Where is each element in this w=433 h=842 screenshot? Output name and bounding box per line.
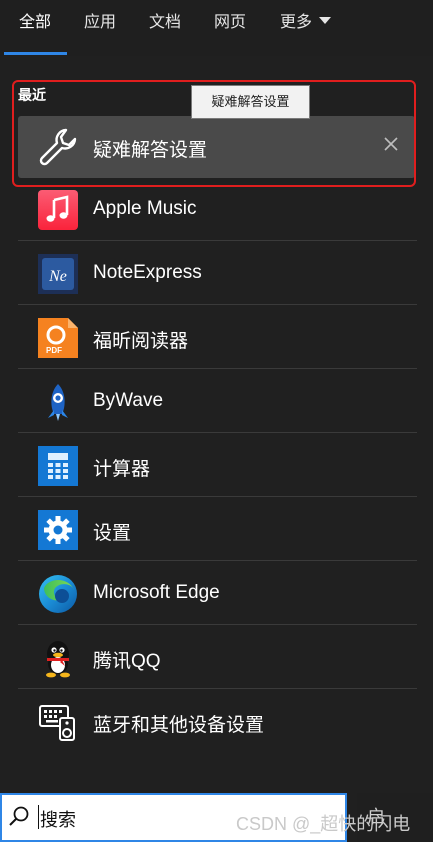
- app-label: 计算器: [93, 459, 151, 480]
- apple-music-icon: [38, 190, 78, 230]
- app-label: ByWave: [93, 390, 164, 411]
- tooltip: 疑难解答设置: [191, 85, 310, 119]
- list-item-tencent-qq[interactable]: 腾讯QQ: [18, 627, 417, 689]
- app-label: 设置: [93, 523, 132, 544]
- calculator-icon: [38, 446, 78, 486]
- app-label: 蓝牙和其他设备设置: [93, 715, 265, 736]
- list-item-foxit-reader[interactable]: PDF 福昕阅读器: [18, 307, 417, 369]
- list-item-microsoft-edge[interactable]: Microsoft Edge: [18, 563, 417, 625]
- foxit-reader-icon: PDF: [38, 318, 78, 358]
- app-label: Microsoft Edge: [93, 582, 220, 603]
- bywave-icon: [48, 384, 68, 421]
- search-input-value: 搜索: [40, 810, 76, 830]
- list-item-bluetooth-devices-settings[interactable]: 蓝牙和其他设备设置: [18, 691, 417, 753]
- chevron-down-icon: [319, 17, 332, 25]
- list-item-apple-music[interactable]: Apple Music: [18, 179, 417, 241]
- tab-web[interactable]: 网页: [214, 12, 246, 34]
- list-item-settings[interactable]: 设置: [18, 499, 417, 561]
- svg-text:PDF: PDF: [46, 346, 62, 355]
- tab-more-label: 更多: [280, 14, 313, 31]
- search-icon: [9, 806, 29, 826]
- tab-apps[interactable]: 应用: [84, 12, 116, 34]
- list-item-noteexpress[interactable]: Ne NoteExpress: [18, 243, 417, 305]
- app-label: Apple Music: [93, 198, 197, 219]
- list-item-bywave[interactable]: ByWave: [18, 371, 417, 433]
- svg-text:Ne: Ne: [48, 268, 67, 285]
- active-tab-indicator: [4, 52, 67, 55]
- qq-penguin-icon: [46, 641, 70, 678]
- search-category-tabs: 全部 应用 文档 网页 更多: [0, 0, 433, 56]
- app-label: NoteExpress: [93, 262, 202, 283]
- app-label: 腾讯QQ: [93, 651, 161, 672]
- tab-documents[interactable]: 文档: [149, 12, 181, 34]
- list-item-calculator[interactable]: 计算器: [18, 435, 417, 497]
- text-cursor: [38, 805, 39, 829]
- watermark: CSDN @_超快的闪电: [236, 814, 411, 834]
- edge-icon: [39, 575, 77, 613]
- tab-all[interactable]: 全部: [19, 12, 51, 34]
- settings-gear-icon: [38, 510, 78, 550]
- tab-more[interactable]: 更多: [280, 12, 332, 34]
- bluetooth-devices-icon: [39, 705, 75, 741]
- noteexpress-icon: Ne: [38, 254, 78, 294]
- app-label: 福昕阅读器: [93, 331, 189, 352]
